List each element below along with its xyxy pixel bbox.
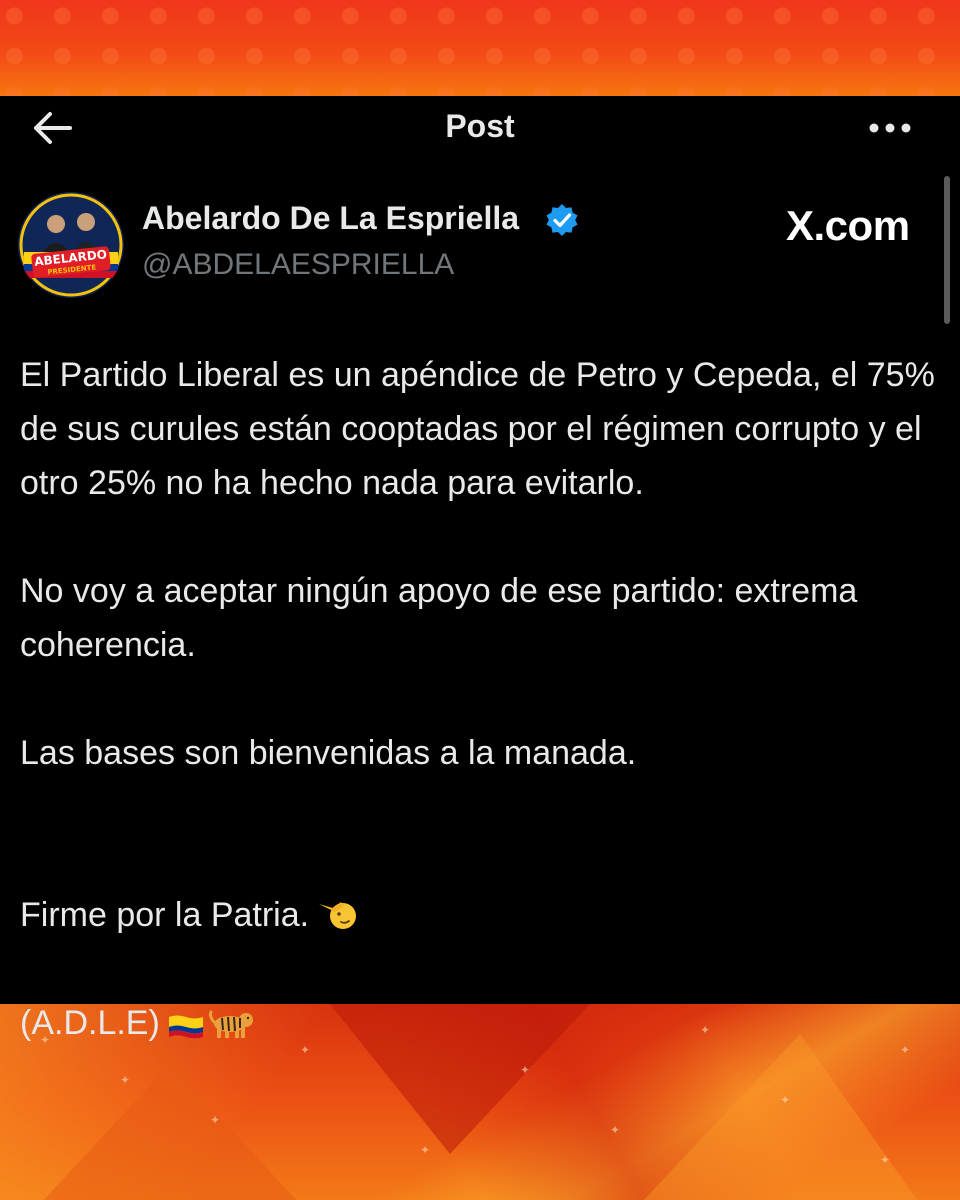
post-paragraph: El Partido Liberal es un apéndice de Pet… bbox=[20, 356, 935, 502]
tiger-icon bbox=[208, 1010, 253, 1038]
sparkle-icon: ✦ bbox=[610, 1123, 621, 1137]
post-paragraph: Las bases son bienvenidas a la manada. bbox=[20, 734, 637, 772]
post-text: El Partido Liberal es un apéndice de Pet… bbox=[20, 348, 940, 1050]
post-topbar: Post bbox=[0, 96, 960, 162]
page-title: Post bbox=[445, 108, 515, 144]
post-closing: Firme por la Patria. (A.D.L.E) bbox=[20, 834, 940, 1050]
campaign-logo-icon: ABELARDO PRESIDENTE bbox=[19, 193, 123, 297]
decorative-shape bbox=[640, 1034, 920, 1200]
image-frame: ✦ ✦ ✦ ✦ ✦ ✦ ✦ ✦ ✦ ✦ ✦ Post ABELARDO PRES… bbox=[0, 0, 960, 1200]
sparkle-icon: ✦ bbox=[520, 1063, 531, 1077]
scrollbar[interactable] bbox=[944, 176, 950, 324]
decorative-shape bbox=[40, 1064, 300, 1200]
decorative-background-top bbox=[0, 0, 960, 96]
post-paragraph: No voy a aceptar ningún apoyo de ese par… bbox=[20, 572, 858, 664]
saluting-face-icon bbox=[319, 902, 357, 929]
sparkle-icon: ✦ bbox=[420, 1143, 431, 1157]
author-name[interactable]: Abelardo De La Espriella bbox=[142, 200, 519, 237]
closing-line-1: Firme por la Patria. bbox=[20, 896, 310, 934]
verified-badge-icon bbox=[546, 204, 578, 236]
sparkle-icon: ✦ bbox=[780, 1093, 791, 1107]
sparkle-icon: ✦ bbox=[210, 1113, 221, 1127]
colombia-flag-icon bbox=[168, 1015, 203, 1039]
sparkle-icon: ✦ bbox=[880, 1153, 891, 1167]
sparkle-icon: ✦ bbox=[120, 1073, 131, 1087]
post-card: Post ABELARDO PRESIDENTE Abelardo De La … bbox=[0, 96, 960, 1042]
avatar[interactable]: ABELARDO PRESIDENTE bbox=[18, 192, 124, 298]
author-handle[interactable]: @ABDELAESPRIELLA bbox=[142, 248, 454, 282]
x-com-watermark: X.com bbox=[786, 202, 910, 249]
closing-line-2: (A.D.L.E) bbox=[20, 1004, 160, 1042]
more-horizontal-icon[interactable] bbox=[866, 116, 914, 140]
